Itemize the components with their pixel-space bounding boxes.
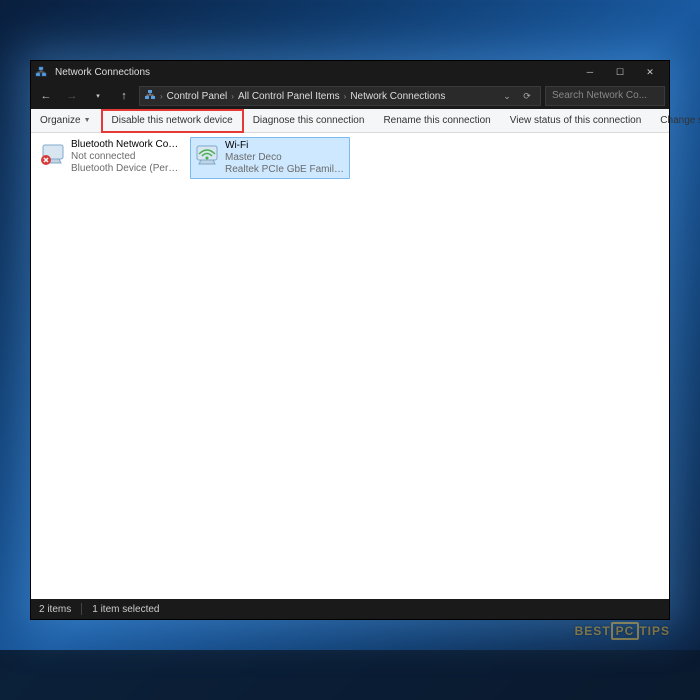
desktop-taskbar [0, 650, 700, 700]
adapter-name: Wi-Fi [225, 140, 347, 152]
adapter-status: Master Deco [225, 152, 347, 164]
search-input[interactable]: Search Network Co... [545, 86, 665, 106]
status-selected-count: 1 item selected [92, 604, 159, 615]
network-icon [144, 89, 156, 104]
chevron-down-icon: ▼ [84, 117, 91, 124]
crumb-network-connections[interactable]: Network Connections [350, 91, 445, 102]
command-bar: Organize ▼ Disable this network device D… [31, 109, 669, 133]
rename-label: Rename this connection [383, 115, 490, 126]
forward-button[interactable]: → [61, 85, 83, 107]
crumb-control-panel[interactable]: Control Panel [167, 91, 228, 102]
crumb-all-items[interactable]: All Control Panel Items [238, 91, 340, 102]
adapter-status: Not connected [71, 151, 180, 163]
diagnose-button[interactable]: Diagnose this connection [244, 109, 375, 133]
view-status-button[interactable]: View status of this connection [501, 109, 652, 133]
diagnose-label: Diagnose this connection [253, 115, 365, 126]
organize-label: Organize [40, 115, 81, 126]
adapter-bluetooth[interactable]: Bluetooth Network Connection 3 Not conne… [37, 137, 182, 177]
rename-button[interactable]: Rename this connection [374, 109, 500, 133]
breadcrumb[interactable]: › Control Panel › All Control Panel Item… [139, 86, 541, 106]
wifi-adapter-icon [193, 140, 221, 168]
network-connections-window: Network Connections ─ ☐ ✕ ← → ▾ ↑ › Cont… [30, 60, 670, 620]
adapter-device: Bluetooth Device (Personal Area ... [71, 163, 180, 175]
adapter-name: Bluetooth Network Connection 3 [71, 139, 180, 151]
address-dropdown-icon[interactable]: ⌄ [498, 91, 516, 102]
close-button[interactable]: ✕ [635, 61, 665, 83]
titlebar: Network Connections ─ ☐ ✕ [31, 61, 669, 83]
chevron-right-icon: › [342, 92, 349, 101]
status-bar: 2 items 1 item selected [31, 599, 669, 619]
maximize-button[interactable]: ☐ [605, 61, 635, 83]
change-settings-label: Change settings of this connection [660, 115, 700, 126]
bluetooth-adapter-icon [39, 139, 67, 167]
address-bar-row: ← → ▾ ↑ › Control Panel › All Control Pa… [31, 83, 669, 109]
view-status-label: View status of this connection [510, 115, 642, 126]
disable-label: Disable this network device [112, 115, 233, 126]
refresh-icon[interactable]: ⟳ [518, 91, 536, 102]
chevron-right-icon: › [158, 92, 165, 101]
minimize-button[interactable]: ─ [575, 61, 605, 83]
recent-dropdown[interactable]: ▾ [87, 85, 109, 107]
status-item-count: 2 items [39, 604, 71, 615]
organize-button[interactable]: Organize ▼ [31, 109, 101, 133]
network-icon [35, 65, 49, 79]
window-title: Network Connections [55, 67, 150, 78]
adapter-wifi[interactable]: Wi-Fi Master Deco Realtek PCIe GbE Famil… [190, 137, 350, 179]
watermark: BESTPCTIPS [575, 622, 670, 640]
back-button[interactable]: ← [35, 85, 57, 107]
chevron-right-icon: › [229, 92, 236, 101]
change-settings-button[interactable]: Change settings of this connection [651, 109, 700, 133]
disable-device-button[interactable]: Disable this network device [101, 109, 244, 133]
adapter-list: Bluetooth Network Connection 3 Not conne… [31, 133, 669, 599]
adapter-device: Realtek PCIe GbE Family Controller [225, 164, 347, 176]
up-button[interactable]: ↑ [113, 85, 135, 107]
